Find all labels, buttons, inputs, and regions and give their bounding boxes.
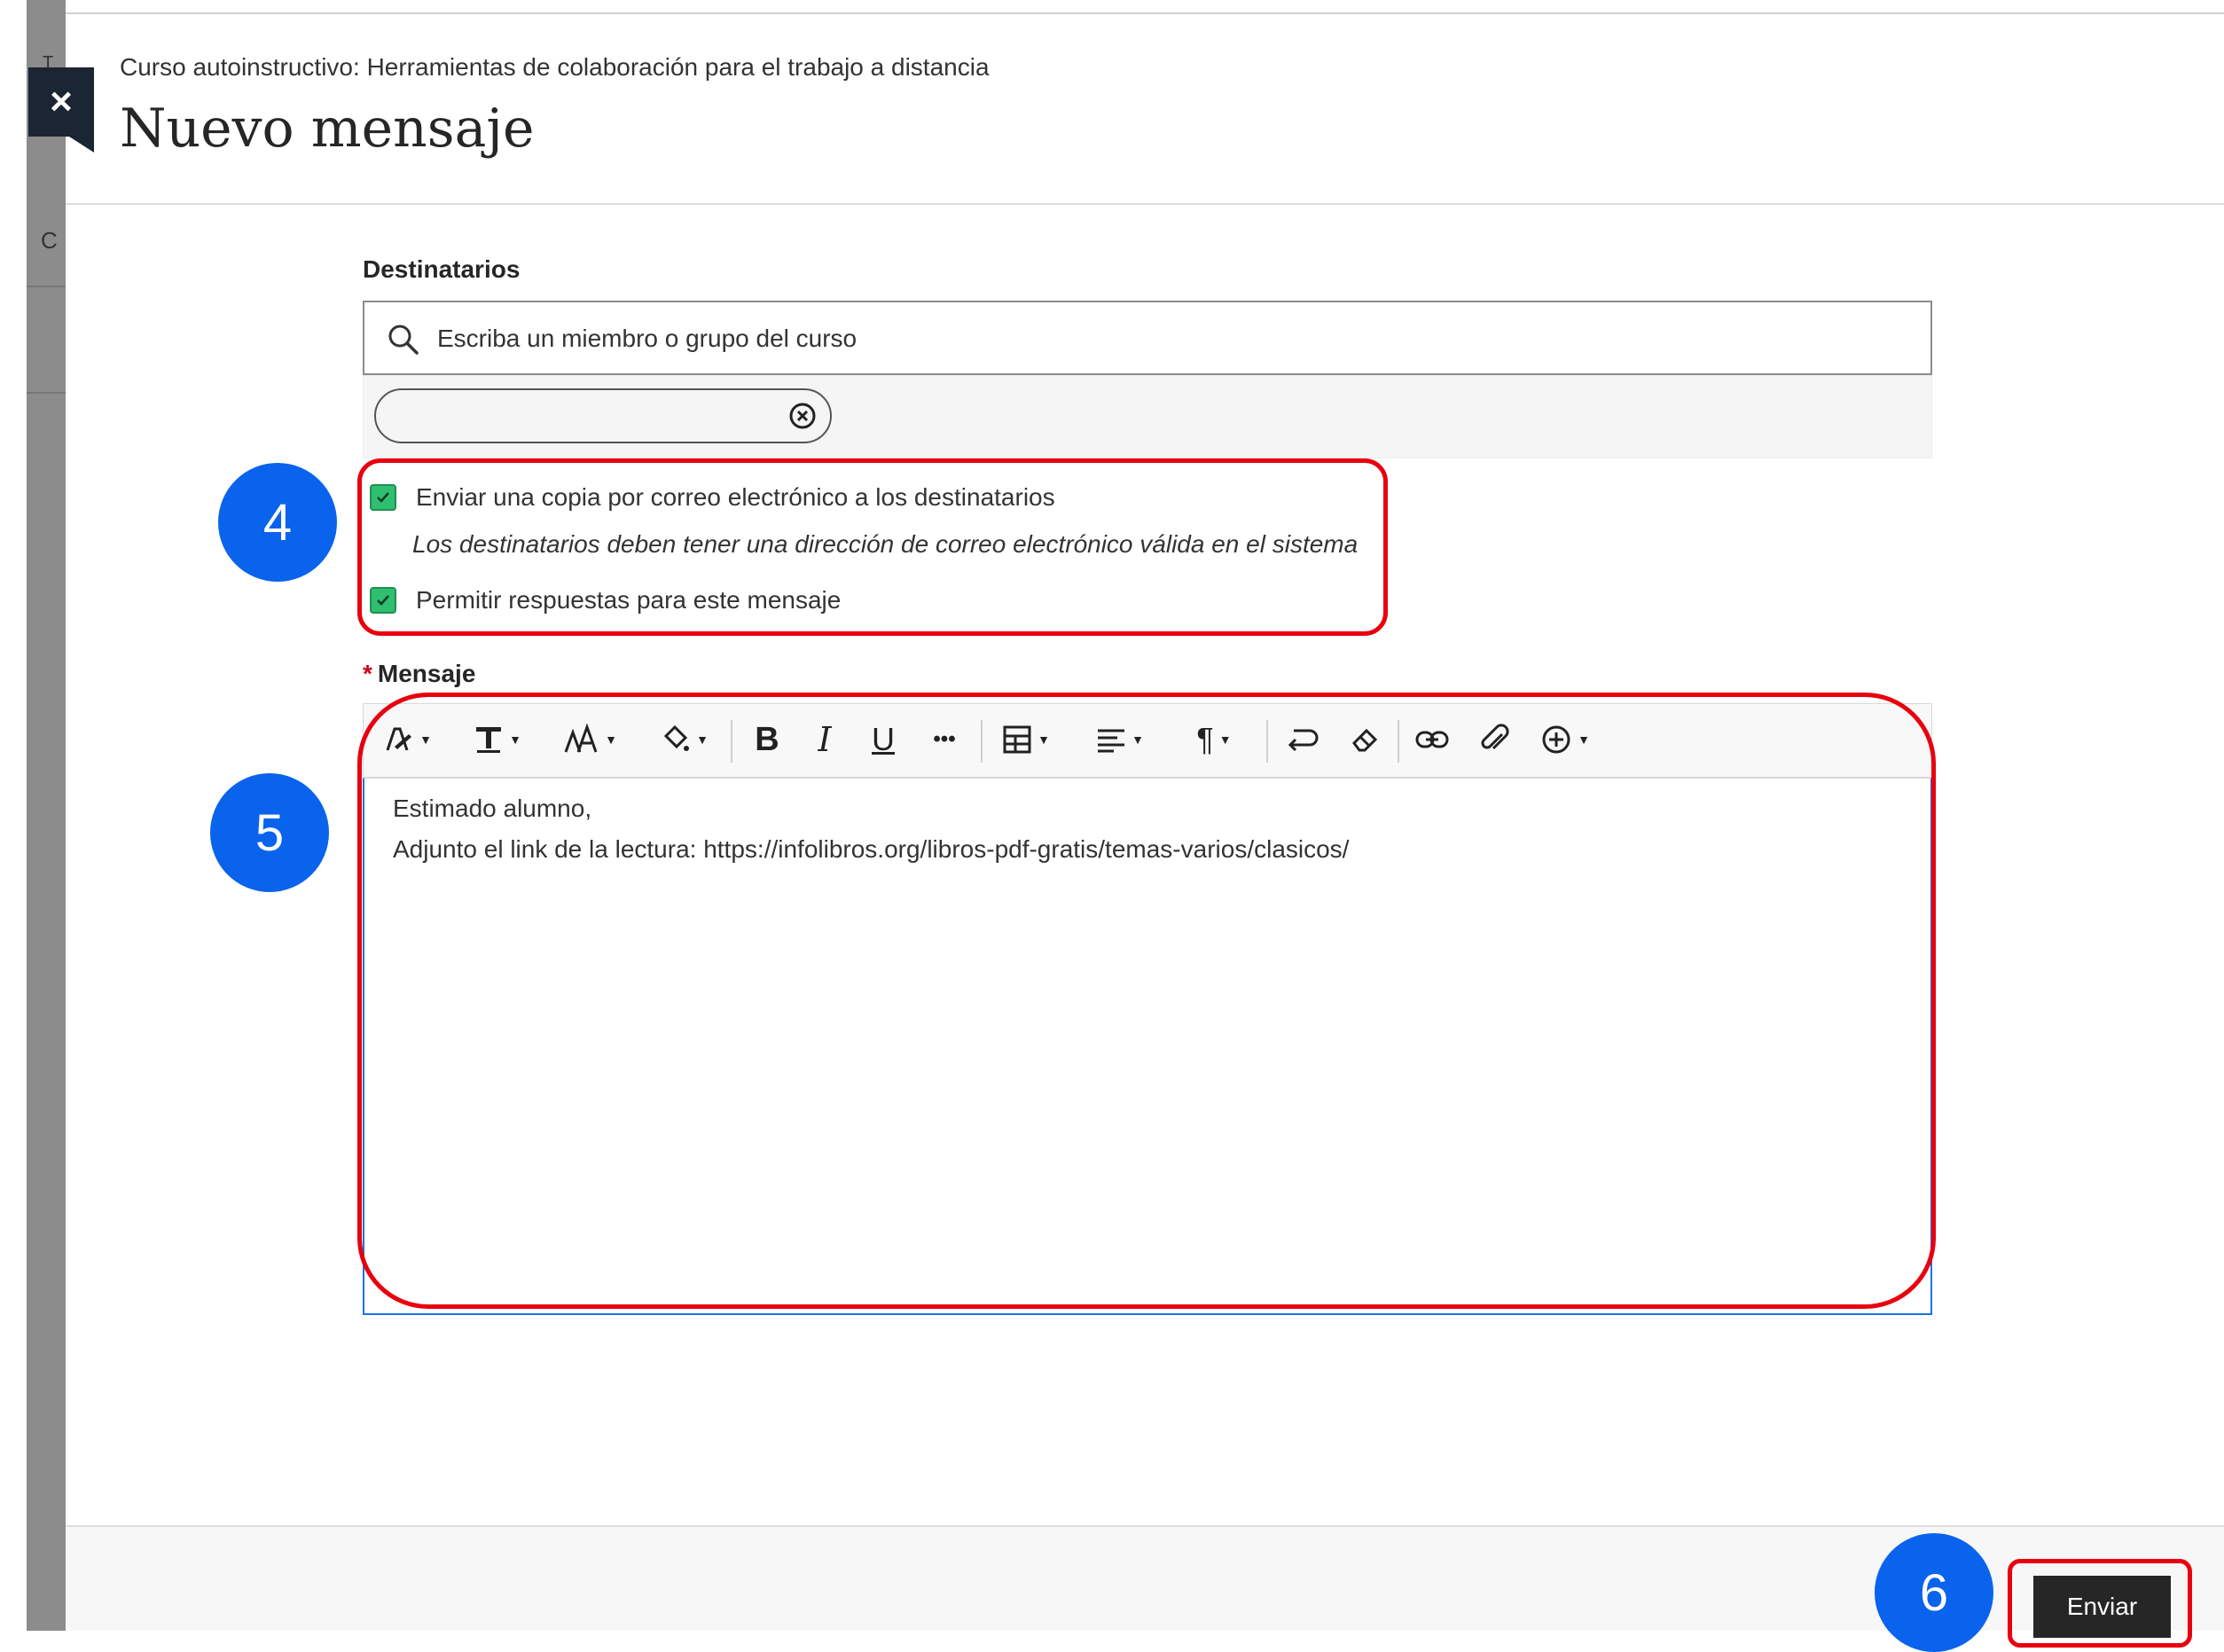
message-label-text: Mensaje xyxy=(377,660,476,687)
annotation-highlight-send xyxy=(2008,1559,2192,1648)
remove-recipient-icon[interactable] xyxy=(787,401,818,431)
background-text-peek: C xyxy=(41,227,58,254)
background-page-overlay: T C xyxy=(27,0,66,1631)
background-divider xyxy=(27,286,66,287)
annotation-highlight-options xyxy=(357,458,1388,636)
page-title: Nuevo mensaje xyxy=(120,98,535,160)
recipient-chip[interactable] xyxy=(374,388,832,443)
recipients-search-box[interactable] xyxy=(363,301,1932,375)
left-margin xyxy=(0,0,27,1631)
recipients-label: Destinatarios xyxy=(363,255,521,283)
message-label: * Mensaje xyxy=(363,660,475,688)
background-divider xyxy=(27,392,66,394)
close-icon: × xyxy=(50,80,73,123)
close-panel-button[interactable]: × xyxy=(28,67,94,153)
header-divider xyxy=(66,203,2224,205)
selected-recipients-area xyxy=(363,375,1932,458)
step-badge-6: 6 xyxy=(1875,1533,1993,1652)
breadcrumb: Curso autoinstructivo: Herramientas de c… xyxy=(120,53,990,81)
search-icon xyxy=(388,325,419,355)
recipients-search-input[interactable] xyxy=(435,302,1858,375)
required-asterisk: * xyxy=(363,660,372,687)
step-badge-5: 5 xyxy=(210,773,329,892)
step-badge-4: 4 xyxy=(218,463,337,582)
annotation-highlight-editor xyxy=(357,693,1936,1309)
